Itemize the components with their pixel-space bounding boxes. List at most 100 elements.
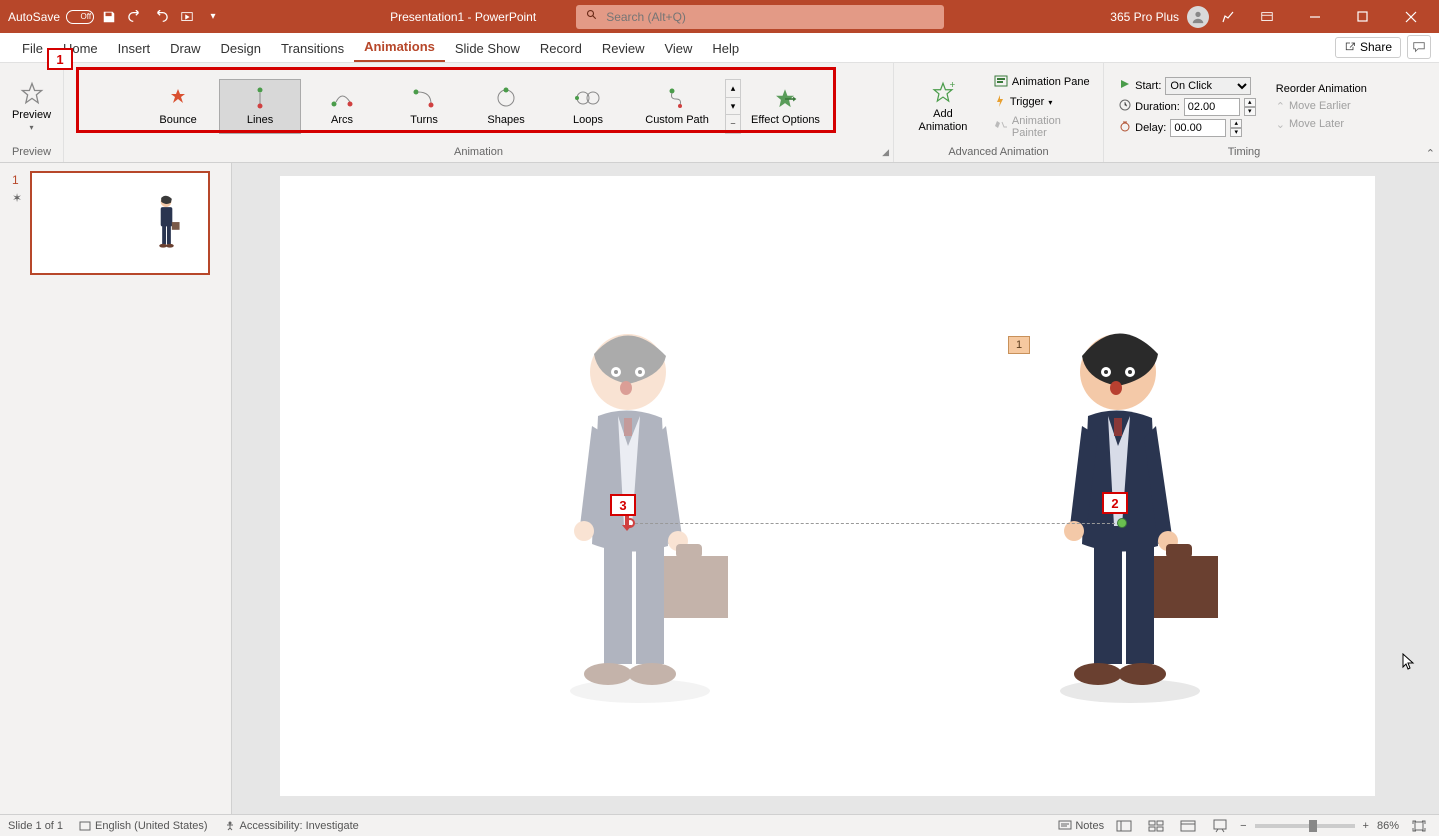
slide-counter: Slide 1 of 1 (8, 820, 63, 832)
move-earlier-button[interactable]: ⌃Move Earlier (1274, 99, 1369, 114)
tab-draw[interactable]: Draw (160, 35, 210, 62)
autosave-toggle[interactable]: AutoSave Off (8, 10, 94, 24)
delay-up[interactable]: ▴ (1230, 119, 1242, 128)
search-icon (586, 9, 598, 24)
delay-input[interactable] (1170, 119, 1226, 137)
account-label: 365 Pro Plus (1110, 10, 1179, 24)
tab-help[interactable]: Help (702, 35, 749, 62)
zoom-slider-thumb[interactable] (1309, 820, 1317, 832)
share-icon (1344, 40, 1356, 55)
tab-record[interactable]: Record (530, 35, 592, 62)
status-bar: Slide 1 of 1 English (United States) Acc… (0, 814, 1439, 836)
collapse-ribbon-button[interactable]: ⌃ (1426, 147, 1435, 160)
zoom-in-button[interactable]: + (1363, 820, 1369, 832)
delay-label: Delay: (1135, 122, 1166, 134)
red-highlight-gallery (76, 67, 836, 133)
selected-figure[interactable] (1040, 326, 1220, 711)
add-animation-button[interactable]: + Add Animation (900, 76, 986, 136)
normal-view-button[interactable] (1112, 817, 1136, 835)
ribbon-group-label-timing: Timing (1228, 146, 1261, 160)
cursor-icon (1402, 653, 1416, 671)
tab-insert[interactable]: Insert (108, 35, 161, 62)
ribbon-display-icon[interactable] (1247, 0, 1287, 33)
ribbon-group-label-preview: Preview (12, 146, 51, 160)
accessibility-button[interactable]: Accessibility: Investigate (224, 820, 359, 832)
tab-view[interactable]: View (654, 35, 702, 62)
chevron-down-icon: ▾ (29, 123, 33, 132)
search-input[interactable] (606, 10, 934, 24)
language-icon (79, 820, 91, 832)
tab-animations[interactable]: Animations (354, 33, 445, 62)
slide-canvas[interactable]: 1 2 3 (280, 176, 1375, 796)
undo-icon[interactable] (124, 6, 146, 28)
motion-path-ghost-figure (550, 326, 730, 711)
ribbon-group-label-animation: Animation (454, 146, 503, 160)
zoom-level[interactable]: 86% (1377, 820, 1399, 832)
tab-transitions[interactable]: Transitions (271, 35, 354, 62)
duration-down[interactable]: ▾ (1244, 107, 1256, 116)
close-icon[interactable] (1391, 0, 1431, 33)
callout-3: 3 (610, 494, 636, 516)
trigger-button[interactable]: Trigger ▾ (992, 93, 1093, 112)
autosave-switch[interactable]: Off (66, 10, 94, 24)
tab-review[interactable]: Review (592, 35, 655, 62)
duration-spinner: ▴▾ (1244, 98, 1256, 116)
preview-label: Preview (12, 109, 51, 121)
save-icon[interactable] (98, 6, 120, 28)
notes-button[interactable]: Notes (1058, 820, 1104, 832)
delay-down[interactable]: ▾ (1230, 128, 1242, 137)
comments-button[interactable] (1407, 35, 1431, 59)
motion-path-start-handle[interactable] (1117, 518, 1127, 528)
notes-icon (1058, 820, 1072, 832)
clock-icon (1119, 99, 1131, 114)
start-label: Start: (1135, 80, 1161, 92)
share-label: Share (1360, 40, 1392, 54)
ribbon-tabs: File Home Insert Draw Design Transitions… (0, 33, 1439, 63)
fit-to-window-button[interactable] (1407, 817, 1431, 835)
maximize-icon[interactable] (1343, 0, 1383, 33)
duration-up[interactable]: ▴ (1244, 98, 1256, 107)
minimize-icon[interactable] (1295, 0, 1335, 33)
share-button[interactable]: Share (1335, 37, 1401, 58)
language-indicator[interactable]: English (United States) (79, 820, 208, 832)
slideshow-view-button[interactable] (1208, 817, 1232, 835)
slide-sorter-button[interactable] (1144, 817, 1168, 835)
ribbon-group-preview: Preview ▾ Preview (0, 63, 64, 162)
animation-pane-button[interactable]: Animation Pane (992, 74, 1093, 91)
duration-input[interactable] (1184, 98, 1240, 116)
animation-order-tag[interactable]: 1 (1008, 336, 1030, 354)
zoom-out-button[interactable]: − (1240, 820, 1246, 832)
preview-star-icon (16, 81, 48, 107)
motion-path-line[interactable] (630, 523, 1120, 524)
coming-soon-icon[interactable] (1217, 6, 1239, 28)
tab-slideshow[interactable]: Slide Show (445, 35, 530, 62)
callout-2: 2 (1102, 492, 1128, 514)
add-animation-label: Add Animation (910, 108, 976, 132)
duration-row: Duration: ▴▾ (1119, 98, 1256, 116)
animation-dialog-launcher[interactable]: ◢ (882, 147, 889, 158)
tab-design[interactable]: Design (211, 35, 271, 62)
reading-view-button[interactable] (1176, 817, 1200, 835)
animation-painter-button[interactable]: Animation Painter (992, 114, 1093, 140)
advanced-column: Animation Pane Trigger ▾ Animation Paint… (988, 72, 1097, 142)
zoom-slider[interactable] (1255, 824, 1355, 828)
thumb-animation-star-icon: ✶ (12, 191, 22, 205)
timing-right-column: Reorder Animation ⌃Move Earlier ⌄Move La… (1270, 80, 1373, 134)
preview-button[interactable]: Preview ▾ (2, 77, 62, 136)
qat-customize-icon[interactable]: ▾ (202, 6, 224, 28)
start-select[interactable]: On Click (1165, 77, 1251, 95)
title-bar-center: Presentation1 - PowerPoint (224, 5, 1110, 29)
thumb-content-figure (152, 195, 182, 258)
slide-editor[interactable]: 1 2 3 (232, 163, 1439, 814)
slide-thumbnail-1[interactable]: 1 ✶ (30, 171, 210, 275)
chevron-down-icon: ▾ (1048, 98, 1052, 107)
move-later-button[interactable]: ⌄Move Later (1274, 117, 1369, 132)
redo-icon[interactable] (150, 6, 172, 28)
account-avatar[interactable] (1187, 6, 1209, 28)
search-box[interactable] (576, 5, 944, 29)
accessibility-icon (224, 820, 236, 832)
trigger-label: Trigger (1010, 96, 1044, 108)
from-beginning-icon[interactable] (176, 6, 198, 28)
animation-pane-icon (994, 75, 1008, 90)
trigger-icon (994, 94, 1006, 111)
